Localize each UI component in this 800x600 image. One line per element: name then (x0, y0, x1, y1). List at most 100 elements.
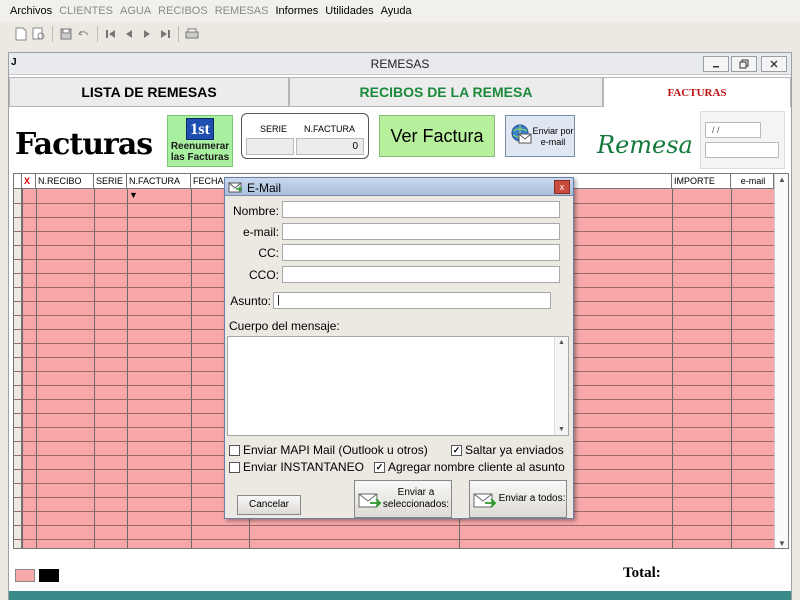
remesa-extra-field[interactable] (705, 142, 779, 158)
print-icon[interactable] (183, 25, 201, 43)
col-nfactura[interactable]: N.FACTURA ▼ (127, 174, 191, 200)
col-nfactura-label: N.FACTURA (129, 176, 180, 186)
enviar-por-email-button[interactable]: Enviar por e-mail (505, 115, 575, 157)
col-importe[interactable]: IMPORTE (672, 174, 731, 189)
minimize-button[interactable] (703, 56, 729, 72)
tab-recibos-remesa[interactable]: RECIBOS DE LA REMESA (289, 77, 603, 107)
email-dialog-titlebar: E-Mail x (225, 178, 573, 196)
first-badge-icon: 1st (186, 118, 214, 140)
close-icon: x (559, 182, 565, 192)
instantaneo-checkbox[interactable]: Enviar INSTANTANEO (229, 460, 364, 474)
email-label: e-mail: (242, 225, 279, 239)
cco-label: CCO: (249, 268, 279, 282)
menu-archivos[interactable]: Archivos (10, 5, 52, 17)
grid-column-line (672, 189, 673, 548)
grid-column-line (94, 189, 95, 548)
col-x[interactable]: X (22, 174, 36, 189)
serie-factura-group: SERIE N.FACTURA 0 (241, 113, 369, 159)
next-record-icon[interactable] (138, 25, 156, 43)
cc-label: CC: (258, 246, 279, 260)
window-titlebar: J REMESAS (9, 53, 791, 75)
grid-scrollbar[interactable]: ▲ ▼ (774, 174, 788, 548)
remesa-date-field[interactable]: / / (705, 122, 761, 138)
menu-recibos[interactable]: RECIBOS (158, 5, 208, 17)
nombre-input[interactable] (282, 201, 560, 218)
nfactura-input[interactable]: 0 (296, 138, 364, 155)
scroll-up-icon[interactable]: ▲ (558, 339, 565, 346)
toolbar-separator (97, 26, 98, 42)
cancelar-button[interactable]: Cancelar (237, 495, 301, 515)
menu-informes[interactable]: Informes (275, 5, 318, 17)
close-window-button[interactable] (761, 56, 787, 72)
enviar-todos-button[interactable]: Enviar a todos: (469, 480, 567, 518)
new-document-icon[interactable] (12, 25, 30, 43)
enviar-seleccionados-label: Enviar a seleccionados: (382, 487, 450, 510)
undo-icon[interactable] (75, 25, 93, 43)
last-record-icon[interactable] (156, 25, 174, 43)
grid-corner (14, 174, 22, 189)
row-selector-column[interactable] (14, 189, 22, 548)
asunto-label: Asunto: (230, 294, 271, 308)
cco-input[interactable] (282, 266, 560, 283)
tab-lista-remesas[interactable]: LISTA DE REMESAS (9, 77, 289, 107)
instantaneo-checkbox-label: Enviar INSTANTANEO (243, 460, 364, 474)
save-icon[interactable] (57, 25, 75, 43)
agregar-checkbox-box: ✓ (374, 461, 385, 473)
nombre-label: Nombre: (232, 204, 279, 218)
remesa-panel: / / (700, 111, 785, 169)
serie-input[interactable] (246, 138, 294, 155)
cuerpo-textarea[interactable]: ▲ ▼ (227, 336, 569, 436)
toolbar-separator (178, 26, 179, 42)
agregar-checkbox-label: Agregar nombre cliente al asunto (388, 460, 565, 474)
tab-strip: LISTA DE REMESAS RECIBOS DE LA REMESA FA… (9, 77, 791, 107)
black-color-swatch[interactable] (39, 569, 59, 582)
grid-column-line (127, 189, 128, 548)
enviar-seleccionados-button[interactable]: Enviar a seleccionados: (354, 480, 452, 518)
ver-factura-button[interactable]: Ver Factura (379, 115, 495, 157)
toolbar (8, 22, 800, 46)
grid-column-line (731, 189, 732, 548)
window-title: REMESAS (370, 57, 430, 71)
first-record-icon[interactable] (102, 25, 120, 43)
scroll-down-icon[interactable]: ▼ (778, 539, 786, 548)
col-email[interactable]: e-mail (731, 174, 774, 189)
menu-ayuda[interactable]: Ayuda (381, 5, 412, 17)
cc-input[interactable] (282, 244, 560, 261)
saltar-checkbox-box: ✓ (451, 444, 462, 456)
previous-record-icon[interactable] (120, 25, 138, 43)
menu-remesas[interactable]: REMESAS (215, 5, 269, 17)
menu-utilidades[interactable]: Utilidades (325, 5, 373, 17)
restore-button[interactable] (731, 56, 757, 72)
scroll-down-icon[interactable]: ▼ (558, 426, 565, 433)
col-nrecibo[interactable]: N.RECIBO (36, 174, 94, 189)
agregar-checkbox[interactable]: ✓ Agregar nombre cliente al asunto (374, 460, 565, 474)
pink-color-swatch[interactable] (15, 569, 35, 582)
instantaneo-checkbox-box (229, 461, 240, 473)
menu-agua[interactable]: AGUA (120, 5, 151, 17)
print-preview-icon[interactable] (30, 25, 48, 43)
bottom-strip (9, 591, 791, 600)
renumerar-facturas-button[interactable]: 1st Reenumerar las Facturas (167, 115, 233, 167)
email-dialog-title: E-Mail (247, 181, 282, 195)
serie-label: SERIE (260, 124, 288, 134)
email-input[interactable] (282, 223, 560, 240)
remesa-title: Remesa (597, 131, 693, 159)
nfactura-label: N.FACTURA (304, 124, 356, 134)
grid-column-line (191, 189, 192, 548)
grid-row-line (14, 525, 774, 526)
minimize-icon (713, 66, 719, 68)
cuerpo-scrollbar[interactable]: ▲ ▼ (554, 337, 568, 435)
scroll-up-icon[interactable]: ▲ (778, 175, 786, 184)
email-dialog-close-button[interactable]: x (554, 180, 570, 194)
tab-facturas[interactable]: FACTURAS (603, 77, 791, 107)
enviar-todos-label: Enviar a todos: (498, 493, 566, 504)
asunto-input[interactable]: | (273, 292, 551, 309)
col-serie[interactable]: SERIE (94, 174, 127, 189)
saltar-checkbox[interactable]: ✓ Saltar ya enviados (451, 443, 564, 457)
mapi-checkbox[interactable]: Enviar MAPI Mail (Outlook u otros) (229, 443, 428, 457)
grid-column-line (36, 189, 37, 548)
enviar-por-email-label: Enviar por e-mail (532, 126, 574, 147)
grid-row-line (14, 539, 774, 540)
email-dialog: E-Mail x Nombre: e-mail: CC: CCO: Asunto… (224, 177, 574, 519)
menu-clientes[interactable]: CLIENTES (59, 5, 113, 17)
